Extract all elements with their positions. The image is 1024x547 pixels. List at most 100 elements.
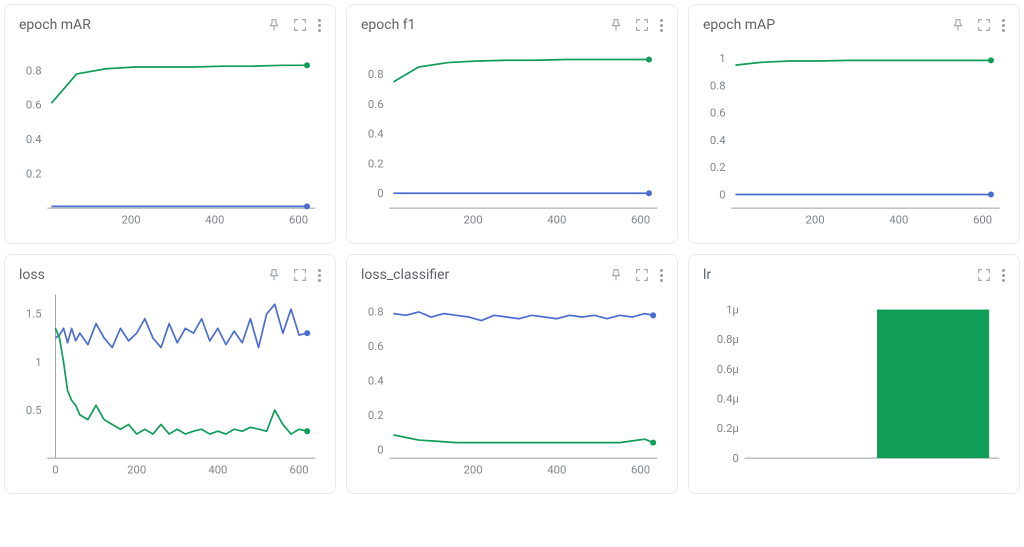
x-tick-label: 600 (631, 212, 650, 226)
series-green (55, 328, 307, 434)
series-blue (55, 304, 307, 347)
series-end-dot (304, 428, 310, 434)
more-icon[interactable] (660, 269, 663, 282)
chart-toolbar (266, 17, 321, 33)
y-tick-label: 1 (35, 355, 41, 369)
chart-title: loss_classifier (361, 267, 449, 283)
y-tick-label: 0.5 (26, 403, 42, 417)
chart-toolbar (266, 267, 321, 283)
chart-title: loss (19, 267, 45, 283)
pin-icon[interactable] (266, 17, 282, 33)
series-end-dot (304, 203, 310, 209)
x-tick-label: 400 (547, 462, 566, 476)
series-end-dot (304, 330, 310, 336)
chart-card-epoch-map: epoch mAP 200 400 600 0 0.2 0.4 0.6 0.8 1 (688, 4, 1020, 244)
fullscreen-icon[interactable] (634, 267, 650, 283)
y-tick-label: 0.4 (26, 132, 42, 146)
chart-toolbar (608, 17, 663, 33)
series-green (393, 60, 648, 82)
chart-plot-area: 200 400 600 0.2 0.4 0.6 0.8 (19, 39, 321, 229)
fullscreen-icon[interactable] (634, 17, 650, 33)
pin-icon[interactable] (608, 267, 624, 283)
series-green (735, 60, 990, 65)
chart-plot-area: 20040060000.20.40.60.8 (361, 289, 663, 479)
chart-card-lr: lr 0 0.2μ 0.4μ 0.6μ 0.8μ 1μ (688, 254, 1020, 494)
chart-header: lr (703, 267, 1005, 283)
more-icon[interactable] (318, 19, 321, 32)
y-tick-label: 0.2μ (717, 421, 739, 435)
y-tick-label: 1μ (726, 302, 739, 316)
y-tick-label: 0.6μ (717, 362, 739, 376)
y-tick-label: 0.6 (368, 97, 384, 111)
chart-plot-area: 20040060000.20.40.60.8 (361, 39, 663, 229)
y-tick-label: 0 (719, 187, 725, 201)
series-blue (393, 312, 653, 321)
x-tick-label: 200 (464, 212, 483, 226)
y-tick-label: 0.4 (368, 373, 384, 387)
x-tick-label: 400 (208, 462, 227, 476)
y-tick-label: 0.8 (368, 67, 384, 81)
series-green (393, 435, 653, 443)
series-end-dot (646, 57, 652, 63)
x-tick-label: 200 (464, 462, 483, 476)
series-end-dot (988, 57, 994, 63)
x-tick-label: 400 (889, 212, 908, 226)
series-end-dot (304, 62, 310, 68)
y-tick-label: 0.4 (368, 127, 384, 141)
bar (877, 310, 989, 459)
y-tick-label: 0.4 (710, 133, 726, 147)
more-icon[interactable] (660, 19, 663, 32)
pin-icon[interactable] (950, 17, 966, 33)
y-tick-label: 0.8μ (717, 332, 739, 346)
y-tick-label: 0.8 (26, 63, 42, 77)
fullscreen-icon[interactable] (976, 267, 992, 283)
y-tick-label: 0.2 (710, 160, 726, 174)
x-tick-label: 200 (806, 212, 825, 226)
chart-toolbar (950, 17, 1005, 33)
chart-toolbar (608, 267, 663, 283)
series-end-dot (646, 190, 652, 196)
y-tick-label: 0.4μ (717, 391, 739, 405)
series-end-dot (650, 440, 656, 446)
y-tick-label: 1.5 (26, 307, 42, 321)
chart-plot-area: 02004006000.511.5 (19, 289, 321, 479)
more-icon[interactable] (1002, 19, 1005, 32)
series-end-dot (988, 191, 994, 197)
chart-title: epoch mAR (19, 17, 91, 33)
y-tick-label: 0.8 (710, 78, 726, 92)
y-tick-label: 0.6 (710, 106, 726, 120)
chart-header: epoch mAP (703, 17, 1005, 33)
chart-card-epoch-mar: epoch mAR 200 400 600 0.2 0.4 0.6 0.8 (4, 4, 336, 244)
more-icon[interactable] (1002, 269, 1005, 282)
y-tick-label: 0.8 (368, 305, 384, 319)
chart-header: loss_classifier (361, 267, 663, 283)
chart-header: loss (19, 267, 321, 283)
x-tick-label: 400 (205, 212, 224, 226)
x-tick-label: 200 (127, 462, 146, 476)
chart-header: epoch f1 (361, 17, 663, 33)
chart-plot-area: 200 400 600 0 0.2 0.4 0.6 0.8 1 (703, 39, 1005, 229)
chart-title: lr (703, 267, 711, 283)
chart-grid: epoch mAR 200 400 600 0.2 0.4 0.6 0.8 epoch f1 20… (4, 4, 1020, 494)
fullscreen-icon[interactable] (292, 267, 308, 283)
fullscreen-icon[interactable] (292, 17, 308, 33)
y-tick-label: 1 (719, 51, 725, 65)
x-tick-label: 600 (631, 462, 650, 476)
y-tick-label: 0.2 (26, 166, 42, 180)
chart-toolbar (976, 267, 1005, 283)
x-tick-label: 200 (122, 212, 141, 226)
y-tick-label: 0.6 (368, 339, 384, 353)
chart-plot-area: 0 0.2μ 0.4μ 0.6μ 0.8μ 1μ (703, 289, 1005, 479)
y-tick-label: 0.2 (368, 156, 384, 170)
y-tick-label: 0.2 (368, 408, 384, 422)
fullscreen-icon[interactable] (976, 17, 992, 33)
pin-icon[interactable] (608, 17, 624, 33)
chart-title: epoch mAP (703, 17, 775, 33)
y-tick-label: 0 (732, 451, 738, 465)
pin-icon[interactable] (266, 267, 282, 283)
more-icon[interactable] (318, 269, 321, 282)
x-tick-label: 600 (289, 212, 308, 226)
chart-header: epoch mAR (19, 17, 321, 33)
y-tick-label: 0.6 (26, 98, 42, 112)
x-tick-label: 600 (973, 212, 992, 226)
